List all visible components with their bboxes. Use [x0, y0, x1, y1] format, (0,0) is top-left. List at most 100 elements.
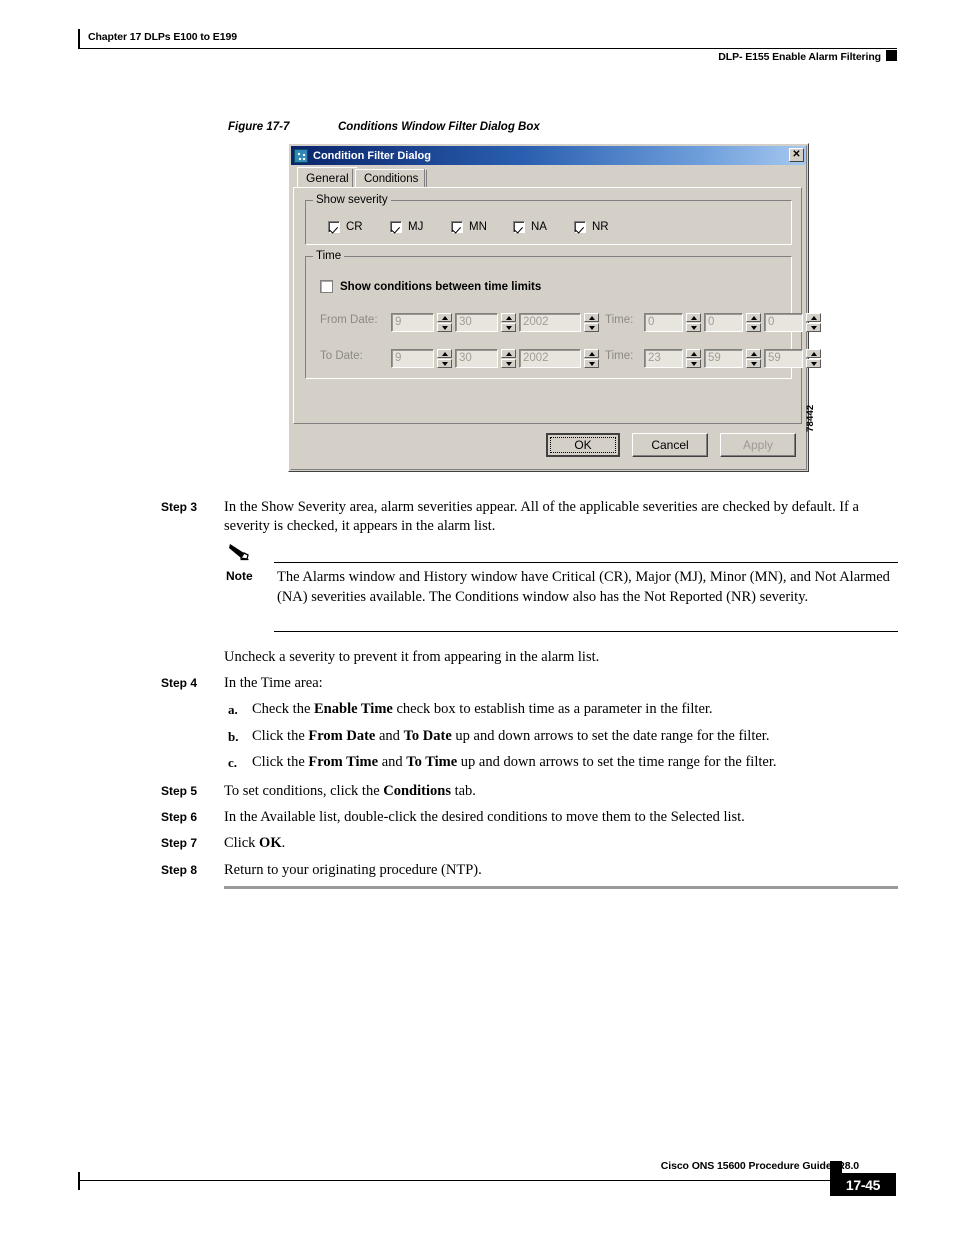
spin-up-icon[interactable]: [746, 348, 761, 358]
spin-down-icon[interactable]: [686, 358, 701, 368]
spin-down-icon[interactable]: [437, 358, 452, 368]
spin-up-icon[interactable]: [501, 312, 516, 322]
figure-caption: Figure 17-7 Conditions Window Filter Dial…: [228, 121, 540, 133]
to-second-spinner[interactable]: [806, 348, 821, 368]
spin-down-icon[interactable]: [746, 358, 761, 368]
from-second-spinner[interactable]: [806, 312, 821, 332]
note-text: The Alarms window and History window hav…: [277, 569, 890, 605]
from-month-field[interactable]: 9: [391, 312, 434, 332]
from-minute-field[interactable]: 0: [704, 312, 743, 332]
spin-down-icon[interactable]: [746, 322, 761, 332]
footer-page-number: 17-45: [830, 1173, 896, 1196]
spin-down-icon[interactable]: [584, 358, 599, 368]
time-group: Time Show conditions between time limits…: [305, 250, 821, 379]
spin-up-icon[interactable]: [806, 312, 821, 322]
spin-up-icon[interactable]: [437, 312, 452, 322]
step-5-label: Step 5: [161, 784, 198, 798]
checkbox-time-limits-box[interactable]: [320, 280, 333, 293]
step-6-text: In the Available list, double-click the …: [224, 809, 745, 825]
spin-up-icon[interactable]: [501, 348, 516, 358]
step-4b-text: Click the From Date and To Date up and d…: [252, 728, 770, 744]
step-8-text: Return to your originating procedure (NT…: [224, 862, 482, 878]
header-chapter-title: Chapter 17 DLPs E100 to E199: [88, 31, 237, 43]
to-second-field[interactable]: 59: [764, 348, 803, 368]
step-4c-label: c.: [228, 755, 238, 770]
step-4-label: Step 4: [161, 676, 198, 690]
checkbox-time-limits-label: Show conditions between time limits: [340, 280, 542, 293]
checkbox-mj[interactable]: MJ: [390, 221, 423, 233]
from-day-spinner[interactable]: [501, 312, 516, 332]
to-day-field[interactable]: 30: [455, 348, 498, 368]
cancel-button[interactable]: Cancel: [632, 433, 708, 457]
spin-up-icon[interactable]: [584, 348, 599, 358]
checkbox-na[interactable]: NA: [513, 221, 547, 233]
note-top-rule: [274, 562, 898, 563]
step-7-text: Click OK.: [224, 835, 286, 851]
from-hour-field[interactable]: 0: [644, 312, 683, 332]
to-minute-spinner[interactable]: [746, 348, 761, 368]
spin-down-icon[interactable]: [437, 322, 452, 332]
checkbox-mj-box[interactable]: [390, 221, 402, 233]
from-year-field[interactable]: 2002: [519, 312, 581, 332]
checkbox-cr[interactable]: CR: [328, 221, 363, 233]
spin-up-icon[interactable]: [584, 312, 599, 322]
show-severity-group-title: Show severity: [313, 194, 391, 206]
to-month-spinner[interactable]: [437, 348, 452, 368]
to-month-field[interactable]: 9: [391, 348, 434, 368]
to-hour-spinner[interactable]: [686, 348, 701, 368]
to-year-spinner[interactable]: [584, 348, 599, 368]
from-second-field[interactable]: 0: [764, 312, 803, 332]
checkbox-mn-box[interactable]: [451, 221, 463, 233]
tab-divider-right: [424, 169, 425, 187]
from-day-field[interactable]: 30: [455, 312, 498, 332]
checkbox-nr-label: NR: [592, 221, 609, 233]
from-date-label: From Date:: [320, 314, 378, 326]
spin-down-icon[interactable]: [501, 358, 516, 368]
spin-down-icon[interactable]: [686, 322, 701, 332]
tab-general[interactable]: General: [297, 167, 357, 187]
dialog-content-panel: Show severity CR MJ MN NA NR Time Show c…: [293, 187, 821, 424]
spin-down-icon[interactable]: [584, 322, 599, 332]
spin-up-icon[interactable]: [806, 348, 821, 358]
from-minute-spinner[interactable]: [746, 312, 761, 332]
to-minute-field[interactable]: 59: [704, 348, 743, 368]
step-3-text: In the Show Severity area, alarm severit…: [224, 499, 859, 534]
checkbox-mn[interactable]: MN: [451, 221, 487, 233]
spin-up-icon[interactable]: [686, 312, 701, 322]
figure-number: Figure 17-7: [228, 121, 290, 133]
uncheck-severity-text: Uncheck a severity to prevent it from ap…: [224, 649, 600, 665]
from-hour-spinner[interactable]: [686, 312, 701, 332]
apply-button-label: Apply: [742, 438, 774, 452]
spin-down-icon[interactable]: [501, 322, 516, 332]
checkbox-nr-box[interactable]: [574, 221, 586, 233]
cancel-button-label: Cancel: [651, 438, 689, 452]
checkbox-na-box[interactable]: [513, 221, 525, 233]
checkbox-nr[interactable]: NR: [574, 221, 609, 233]
show-severity-group: Show severity CR MJ MN NA NR: [305, 194, 792, 245]
spin-up-icon[interactable]: [437, 348, 452, 358]
severity-checkbox-row: CR MJ MN NA NR: [306, 221, 791, 237]
checkbox-cr-box[interactable]: [328, 221, 340, 233]
to-year-field[interactable]: 2002: [519, 348, 581, 368]
step-4b-label: b.: [228, 729, 239, 744]
spin-up-icon[interactable]: [746, 312, 761, 322]
spin-up-icon[interactable]: [686, 348, 701, 358]
from-month-spinner[interactable]: [437, 312, 452, 332]
step-5-text: To set conditions, click the Conditions …: [224, 783, 476, 799]
from-year-spinner[interactable]: [584, 312, 599, 332]
to-hour-field[interactable]: 23: [644, 348, 683, 368]
dialog-titlebar: Condition Filter Dialog ✕: [291, 146, 806, 165]
to-day-spinner[interactable]: [501, 348, 516, 368]
header-rule: [78, 48, 897, 50]
checkbox-show-conditions-between-time-limits[interactable]: Show conditions between time limits: [320, 280, 541, 293]
checkbox-na-label: NA: [531, 221, 547, 233]
to-date-label: To Date:: [320, 350, 363, 362]
spin-down-icon[interactable]: [806, 358, 821, 368]
step-7-label: Step 7: [161, 836, 198, 850]
from-time-label: Time:: [605, 314, 634, 326]
time-group-title: Time: [313, 250, 345, 262]
ok-button[interactable]: OK: [546, 433, 620, 457]
spin-down-icon[interactable]: [806, 322, 821, 332]
tab-conditions[interactable]: Conditions: [355, 169, 428, 187]
close-icon[interactable]: ✕: [789, 148, 804, 162]
